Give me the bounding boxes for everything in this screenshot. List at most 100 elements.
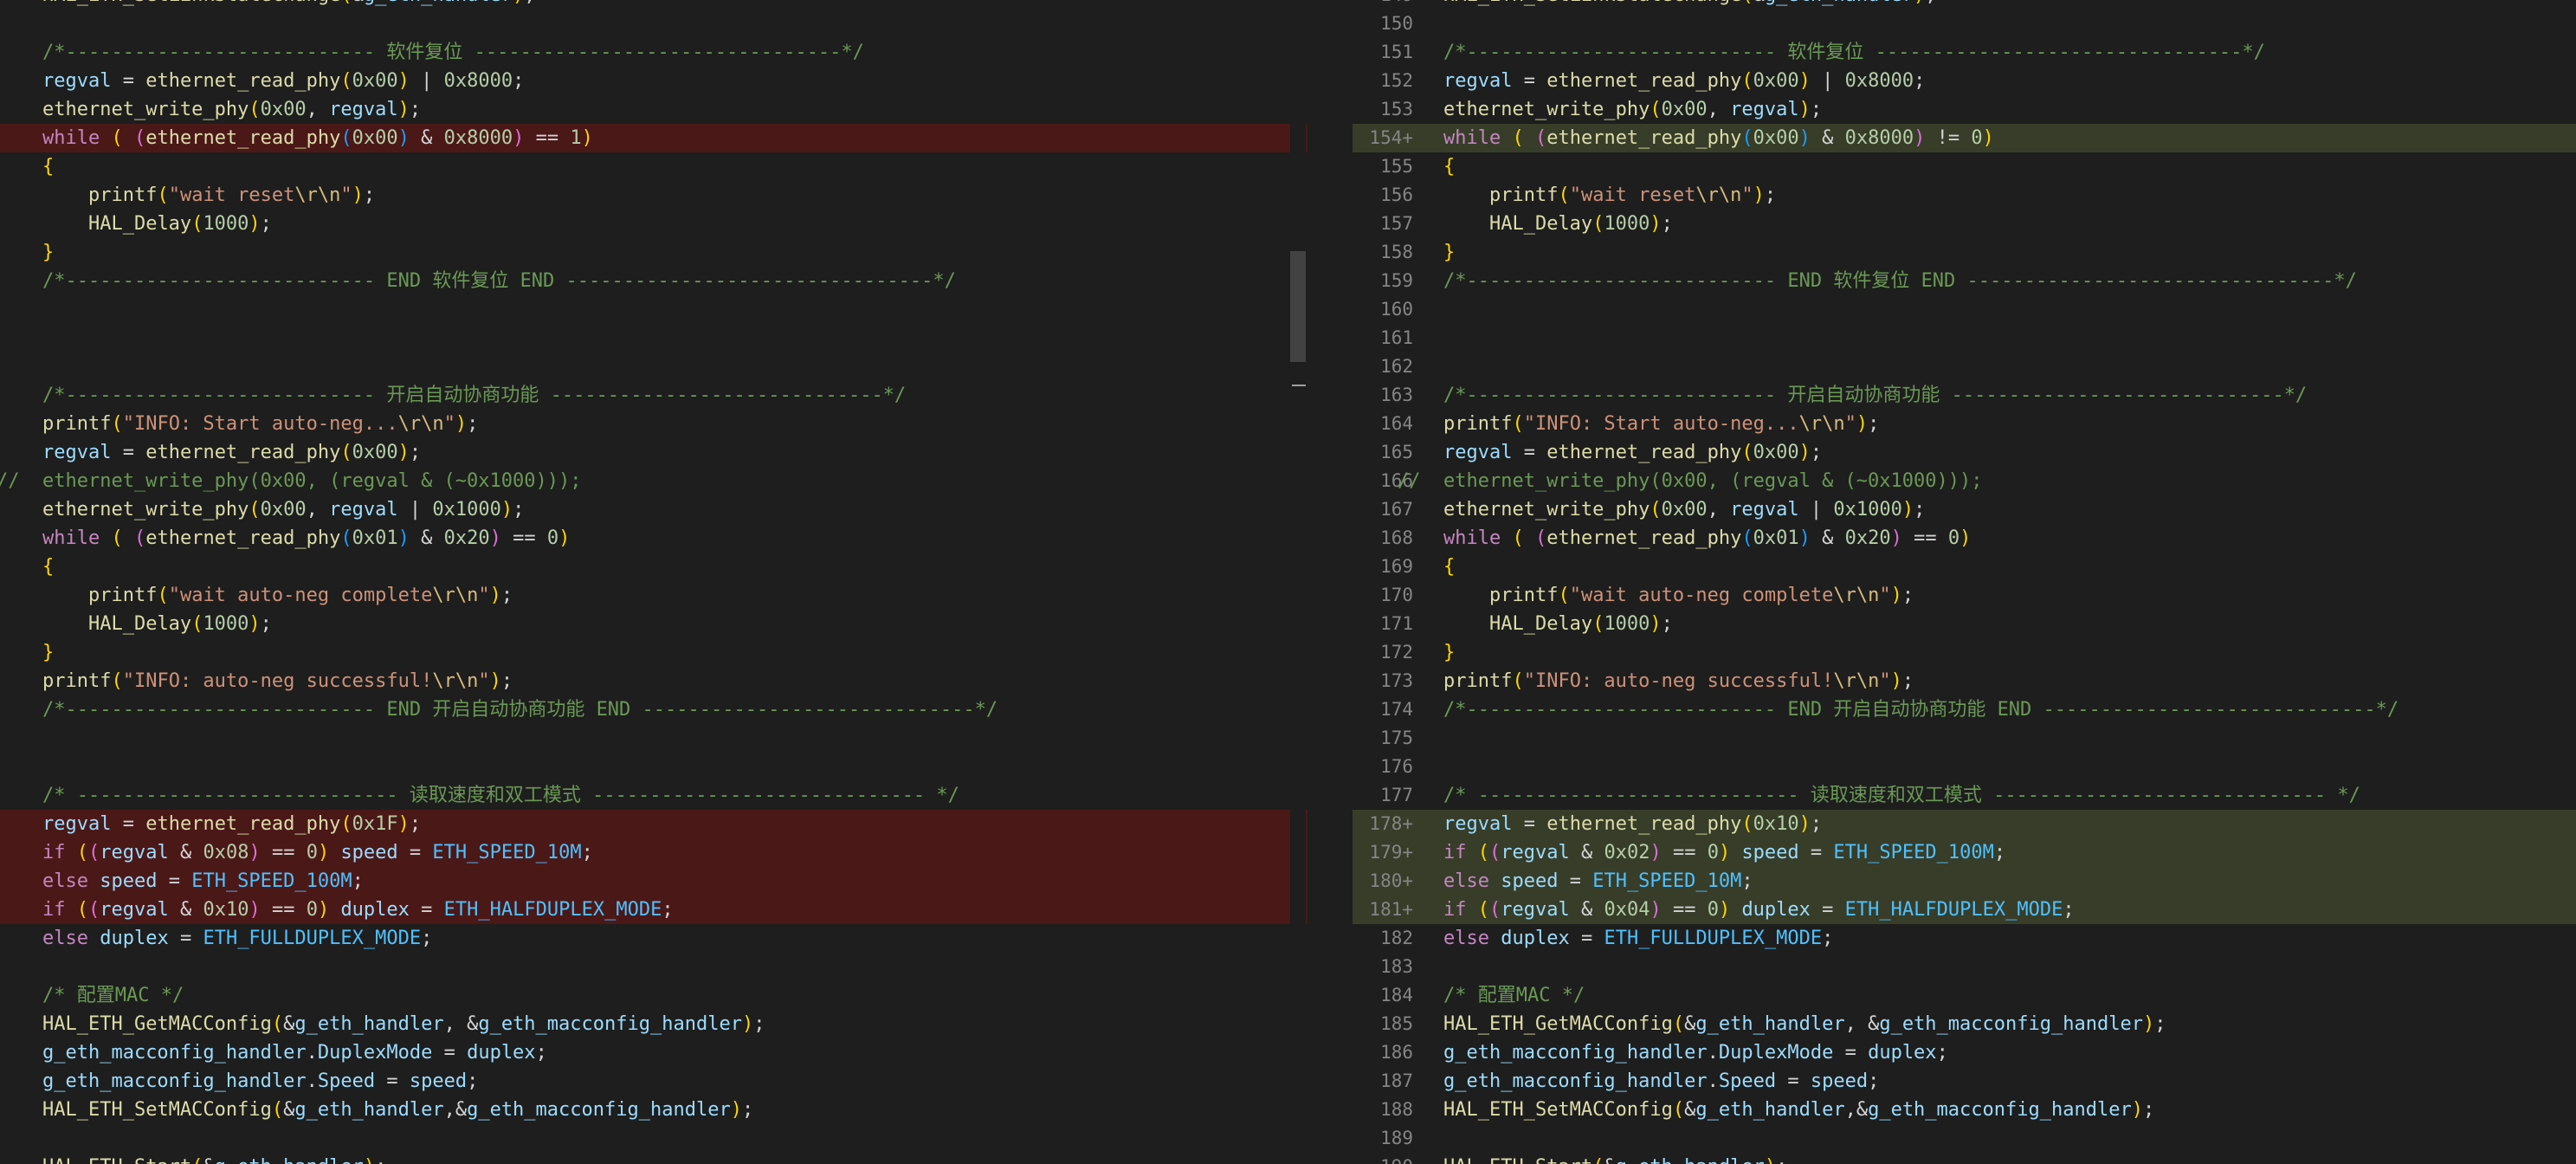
code-line[interactable]: /* ---------------------------- 读取速度和双工模…: [0, 781, 1307, 810]
code-line[interactable]: 165 regval = ethernet_read_phy(0x00);: [1353, 438, 2576, 467]
code-line[interactable]: 170 printf("wait auto-neg complete\r\n")…: [1353, 581, 2576, 610]
code-line[interactable]: 175: [1353, 724, 2576, 753]
code-line[interactable]: {: [0, 152, 1307, 181]
code-line[interactable]: 159 /*--------------------------- END 软件…: [1353, 267, 2576, 295]
code-line[interactable]: ethernet_write_phy(0x00, regval);: [0, 95, 1307, 124]
line-text: else duplex = ETH_FULLDUPLEX_MODE;: [1443, 928, 1834, 949]
code-line[interactable]: }: [0, 238, 1307, 267]
code-line[interactable]: [0, 295, 1307, 324]
code-line[interactable]: 150: [1353, 10, 2576, 38]
code-line[interactable]: {: [0, 553, 1307, 581]
line-text: g_eth_macconfig_handler.DuplexMode = dup…: [1443, 1042, 1948, 1064]
line-text: /* ---------------------------- 读取速度和双工模…: [42, 785, 959, 806]
line-text: printf("INFO: Start auto-neg...\r\n");: [42, 413, 479, 435]
code-line[interactable]: /*--------------------------- END 开启自动协商…: [0, 695, 1307, 724]
modified-code-lines: 149 HAL_ETH_SetLinkStateChange(&g_eth_ha…: [1353, 0, 2576, 1164]
code-line[interactable]: 156 printf("wait reset\r\n");: [1353, 181, 2576, 210]
code-line[interactable]: 158 }: [1353, 238, 2576, 267]
code-line[interactable]: /* 配置MAC */: [0, 981, 1307, 1010]
code-line[interactable]: // ethernet_write_phy(0x00, (regval & (~…: [0, 467, 1307, 495]
code-line[interactable]: 163 /*--------------------------- 开启自动协商…: [1353, 381, 2576, 410]
code-line[interactable]: [0, 724, 1307, 753]
code-line[interactable]: printf("wait auto-neg complete\r\n");: [0, 581, 1307, 610]
code-line[interactable]: 169 {: [1353, 553, 2576, 581]
diff-modified-pane[interactable]: 149 HAL_ETH_SetLinkStateChange(&g_eth_ha…: [1353, 0, 2576, 1164]
code-line[interactable]: }: [0, 638, 1307, 667]
code-line[interactable]: HAL_Delay(1000);: [0, 610, 1307, 638]
code-line[interactable]: 173 printf("INFO: auto-neg successful!\r…: [1353, 667, 2576, 695]
code-line[interactable]: 164 printf("INFO: Start auto-neg...\r\n"…: [1353, 410, 2576, 438]
deleted-code-line[interactable]: while ( (ethernet_read_phy(0x00) & 0x800…: [0, 124, 1307, 152]
code-line[interactable]: 153 ethernet_write_phy(0x00, regval);: [1353, 95, 2576, 124]
code-line[interactable]: [0, 753, 1307, 781]
code-line[interactable]: 184 /* 配置MAC */: [1353, 981, 2576, 1010]
code-line[interactable]: HAL_ETH_GetMACConfig(&g_eth_handler, &g_…: [0, 1010, 1307, 1038]
line-number: 183: [1380, 956, 1413, 977]
code-line[interactable]: 187 g_eth_macconfig_handler.Speed = spee…: [1353, 1067, 2576, 1096]
code-line[interactable]: regval = ethernet_read_phy(0x00);: [0, 438, 1307, 467]
code-line[interactable]: [0, 352, 1307, 381]
code-line[interactable]: regval = ethernet_read_phy(0x00) | 0x800…: [0, 67, 1307, 95]
deleted-code-line[interactable]: if ((regval & 0x10) == 0) duplex = ETH_H…: [0, 896, 1307, 924]
deleted-code-line[interactable]: if ((regval & 0x08) == 0) speed = ETH_SP…: [0, 838, 1307, 867]
code-line[interactable]: 155 {: [1353, 152, 2576, 181]
deleted-code-line[interactable]: regval = ethernet_read_phy(0x1F);: [0, 810, 1307, 838]
code-line[interactable]: 167 ethernet_write_phy(0x00, regval | 0x…: [1353, 495, 2576, 524]
code-line[interactable]: printf("wait reset\r\n");: [0, 181, 1307, 210]
code-line[interactable]: 190 HAL_ETH_Start(&g_eth_handler);: [1353, 1153, 2576, 1164]
line-text: HAL_ETH_Start(&g_eth_handler);: [1398, 1153, 1787, 1164]
code-line[interactable]: HAL_ETH_SetLinkStateChange(&g_eth_handle…: [0, 0, 1307, 10]
code-line[interactable]: /*--------------------------- END 软件复位 E…: [0, 267, 1307, 295]
line-text: printf("wait reset\r\n");: [1488, 184, 1777, 206]
code-line[interactable]: printf("INFO: auto-neg successful!\r\n")…: [0, 667, 1307, 695]
code-line[interactable]: ethernet_write_phy(0x00, regval | 0x1000…: [0, 495, 1307, 524]
code-line[interactable]: [0, 953, 1307, 981]
code-line[interactable]: HAL_ETH_Start(&g_eth_handler);: [0, 1153, 1307, 1164]
code-line[interactable]: 152 regval = ethernet_read_phy(0x00) | 0…: [1353, 67, 2576, 95]
code-line[interactable]: 151 /*--------------------------- 软件复位 -…: [1353, 38, 2576, 67]
code-line[interactable]: HAL_Delay(1000);: [0, 210, 1307, 238]
inserted-code-line[interactable]: 154+ while ( (ethernet_read_phy(0x00) & …: [1353, 124, 2576, 152]
inserted-code-line[interactable]: 180+ else speed = ETH_SPEED_10M;: [1353, 867, 2576, 896]
line-text: while ( (ethernet_read_phy(0x00) & 0x800…: [1443, 127, 1994, 149]
code-line[interactable]: 161: [1353, 324, 2576, 352]
scrollbar-track[interactable]: [1290, 0, 1306, 1164]
code-line[interactable]: 188 HAL_ETH_SetMACConfig(&g_eth_handler,…: [1353, 1096, 2576, 1124]
code-line[interactable]: HAL_ETH_SetMACConfig(&g_eth_handler,&g_e…: [0, 1096, 1307, 1124]
diff-splitter[interactable]: [1307, 0, 1353, 1164]
code-line[interactable]: [0, 1124, 1307, 1153]
inserted-code-line[interactable]: 178+ regval = ethernet_read_phy(0x10);: [1353, 810, 2576, 838]
line-text: {: [1443, 156, 1456, 178]
code-line[interactable]: 177 /* ---------------------------- 读取速度…: [1353, 781, 2576, 810]
code-line[interactable]: 185 HAL_ETH_GetMACConfig(&g_eth_handler,…: [1353, 1010, 2576, 1038]
code-line[interactable]: 176: [1353, 753, 2576, 781]
code-line[interactable]: 149 HAL_ETH_SetLinkStateChange(&g_eth_ha…: [1353, 0, 2576, 10]
code-line[interactable]: 166// ethernet_write_phy(0x00, (regval &…: [1353, 467, 2576, 495]
code-line[interactable]: 160: [1353, 295, 2576, 324]
deleted-code-line[interactable]: else speed = ETH_SPEED_100M;: [0, 867, 1307, 896]
line-text: // ethernet_write_phy(0x00, (regval & (~…: [1398, 470, 1983, 492]
inserted-code-line[interactable]: 179+ if ((regval & 0x02) == 0) speed = E…: [1353, 838, 2576, 867]
code-line[interactable]: 171 HAL_Delay(1000);: [1353, 610, 2576, 638]
code-line[interactable]: /*--------------------------- 开启自动协商功能 -…: [0, 381, 1307, 410]
code-line[interactable]: 186 g_eth_macconfig_handler.DuplexMode =…: [1353, 1038, 2576, 1067]
code-line[interactable]: 189: [1353, 1124, 2576, 1153]
code-line[interactable]: 174 /*--------------------------- END 开启…: [1353, 695, 2576, 724]
code-line[interactable]: else duplex = ETH_FULLDUPLEX_MODE;: [0, 924, 1307, 953]
code-line[interactable]: 172 }: [1353, 638, 2576, 667]
code-line[interactable]: printf("INFO: Start auto-neg...\r\n");: [0, 410, 1307, 438]
inserted-code-line[interactable]: 181+ if ((regval & 0x04) == 0) duplex = …: [1353, 896, 2576, 924]
scrollbar-thumb[interactable]: [1290, 251, 1306, 362]
code-line[interactable]: while ( (ethernet_read_phy(0x01) & 0x20)…: [0, 524, 1307, 553]
code-line[interactable]: 168 while ( (ethernet_read_phy(0x01) & 0…: [1353, 524, 2576, 553]
code-line[interactable]: [0, 10, 1307, 38]
code-line[interactable]: [0, 324, 1307, 352]
code-line[interactable]: 182 else duplex = ETH_FULLDUPLEX_MODE;: [1353, 924, 2576, 953]
code-line[interactable]: /*--------------------------- 软件复位 -----…: [0, 38, 1307, 67]
code-line[interactable]: 162: [1353, 352, 2576, 381]
diff-original-pane[interactable]: HAL_ETH_SetLinkStateChange(&g_eth_handle…: [0, 0, 1307, 1164]
code-line[interactable]: 157 HAL_Delay(1000);: [1353, 210, 2576, 238]
code-line[interactable]: 183: [1353, 953, 2576, 981]
code-line[interactable]: g_eth_macconfig_handler.DuplexMode = dup…: [0, 1038, 1307, 1067]
code-line[interactable]: g_eth_macconfig_handler.Speed = speed;: [0, 1067, 1307, 1096]
